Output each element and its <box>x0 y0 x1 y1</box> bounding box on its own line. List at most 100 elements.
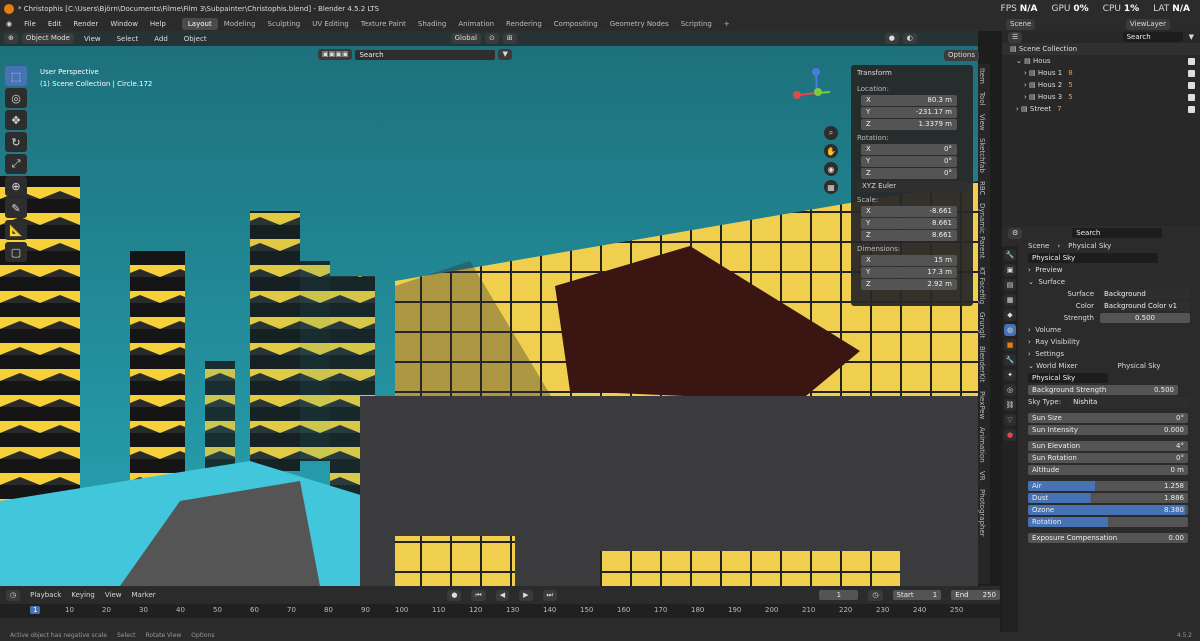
scene-tab-icon[interactable]: ◆ <box>1004 309 1016 321</box>
location-z-field[interactable]: Z 1.3379 m <box>861 119 957 130</box>
panel-settings[interactable]: › Settings <box>1020 348 1200 360</box>
sidebar-tab-blenderkit[interactable]: BlenderKit <box>978 342 986 386</box>
location-y-field[interactable]: Y -231.17 m <box>861 107 957 118</box>
surface-shader-field[interactable]: Background <box>1100 289 1190 299</box>
menu-file[interactable]: File <box>18 20 42 28</box>
filter-icon[interactable]: ▼ <box>1189 33 1194 41</box>
include-checkbox[interactable] <box>1188 81 1195 89</box>
rotation-slider[interactable]: Rotation <box>1028 517 1188 527</box>
play-reverse-button[interactable]: ◀ <box>495 589 510 601</box>
menu-render[interactable]: Render <box>67 20 104 28</box>
sidebar-tab-animation[interactable]: Animation <box>978 423 986 467</box>
object-tab-icon[interactable]: ■ <box>1004 339 1016 351</box>
tab-layout[interactable]: Layout <box>181 18 218 30</box>
tab-modeling[interactable]: Modeling <box>218 18 262 30</box>
play-button[interactable]: ▶ <box>519 589 533 601</box>
outliner-item[interactable]: › ▤ Hous 18 <box>1002 67 1200 79</box>
tab-animation[interactable]: Animation <box>452 18 500 30</box>
output-tab-icon[interactable]: ▤ <box>1004 279 1016 291</box>
bg-strength-field[interactable]: Background Strength 0.500 <box>1028 385 1178 395</box>
properties-type-icon[interactable]: ⚙ <box>1008 227 1023 239</box>
outliner-item[interactable]: ⌄ ▤ Hous <box>1002 55 1200 67</box>
tab-shading[interactable]: Shading <box>412 18 452 30</box>
timeline-ruler[interactable]: 1 10 20 30 40 50 60 70 80 90 100 110 120… <box>0 604 1000 618</box>
playhead[interactable]: 1 <box>30 606 41 614</box>
world-tab-icon[interactable]: ◍ <box>1004 324 1016 336</box>
sun-rotation-field[interactable]: Sun Rotation 0° <box>1028 453 1188 463</box>
world-name-field[interactable]: Physical Sky <box>1028 253 1158 263</box>
outliner-root[interactable]: ▤ Scene Collection <box>1002 43 1200 55</box>
tab-sculpting[interactable]: Sculpting <box>262 18 307 30</box>
rotation-z-field[interactable]: Z 0° <box>861 168 957 179</box>
modifier-tab-icon[interactable]: 🔧 <box>1004 354 1016 366</box>
location-x-field[interactable]: X 80.3 m <box>861 95 957 106</box>
physics-tab-icon[interactable]: ◎ <box>1004 384 1016 396</box>
menu-marker[interactable]: Marker <box>131 591 155 599</box>
start-frame-field[interactable]: Start 1 <box>892 590 942 600</box>
sidebar-tab-piexpew[interactable]: PiexPew <box>978 387 986 423</box>
sidebar-tab-view[interactable]: View <box>978 110 986 135</box>
current-frame-field[interactable]: 1 <box>819 590 859 600</box>
sun-elevation-field[interactable]: Sun Elevation 4° <box>1028 441 1188 451</box>
measure-tool-icon[interactable]: 📐 <box>5 220 27 240</box>
menu-edit[interactable]: Edit <box>42 20 68 28</box>
menu-window[interactable]: Window <box>104 20 144 28</box>
pan-hand-icon[interactable]: ✋ <box>824 144 838 158</box>
tab-rendering[interactable]: Rendering <box>500 18 548 30</box>
filter-icon[interactable]: ▼ <box>498 49 512 60</box>
sidebar-tab-sketchfab[interactable]: Sketchfab <box>978 134 986 177</box>
rotation-mode-dropdown[interactable]: XYZ Euler <box>857 181 967 192</box>
rotate-tool-icon[interactable]: ↻ <box>5 132 27 152</box>
tab-compositing[interactable]: Compositing <box>548 18 604 30</box>
sidebar-tab-item[interactable]: Item <box>978 64 986 88</box>
add-cube-tool-icon[interactable]: ▢ <box>5 242 27 262</box>
panel-volume[interactable]: › Volume <box>1020 324 1200 336</box>
render-tab-icon[interactable]: ▣ <box>1004 264 1016 276</box>
camera-icon[interactable]: ◉ <box>824 162 838 176</box>
viewlayer-selector[interactable]: ViewLayer <box>1125 18 1170 30</box>
rotation-y-field[interactable]: Y 0° <box>861 156 957 167</box>
dimension-z-field[interactable]: Z 2.92 m <box>861 279 957 290</box>
end-frame-field[interactable]: End 250 <box>951 590 1001 600</box>
sidebar-tab-grunglt[interactable]: Grunglt <box>978 308 986 342</box>
data-tab-icon[interactable]: ▽ <box>1004 414 1016 426</box>
jump-start-button[interactable]: ⏮ <box>471 589 486 601</box>
jump-end-button[interactable]: ⏭ <box>542 589 557 601</box>
air-slider[interactable]: Air 1.258 <box>1028 481 1188 491</box>
include-checkbox[interactable] <box>1188 69 1195 77</box>
orientation-dropdown[interactable]: Global <box>450 33 481 44</box>
rotation-x-field[interactable]: X 0° <box>861 144 957 155</box>
exposure-field[interactable]: Exposure Compensation 0.00 <box>1028 533 1188 543</box>
shading-material-button[interactable]: ◐ <box>902 33 917 44</box>
tab-scripting[interactable]: Scripting <box>675 18 718 30</box>
menu-view[interactable]: View <box>105 591 122 599</box>
outliner-item[interactable]: › ▤ Hous 35 <box>1002 91 1200 103</box>
select-tool-icon[interactable]: ⬚ <box>5 66 27 86</box>
outliner-search[interactable]: Search <box>1122 32 1183 42</box>
expand-icon[interactable]: ⌄ ▤ <box>1016 57 1033 65</box>
record-button[interactable]: ● <box>447 589 462 601</box>
sidebar-tab-dynamic-parent[interactable]: Dynamic Parent <box>978 199 986 263</box>
grid-icon[interactable]: ▦ <box>824 180 838 194</box>
menu-view[interactable]: View <box>78 35 107 43</box>
timer-icon[interactable]: ◷ <box>868 589 883 601</box>
material-tab-icon[interactable]: ● <box>1004 429 1016 441</box>
cursor-tool-icon[interactable]: ◎ <box>5 88 27 108</box>
color-input-field[interactable]: Background Color v1 <box>1100 301 1190 311</box>
node-name-field[interactable]: Physical Sky <box>1028 373 1108 383</box>
filter-icons[interactable]: ▣▣▣▣ <box>318 49 353 60</box>
altitude-field[interactable]: Altitude 0 m <box>1028 465 1188 475</box>
tool-tab-icon[interactable]: 🔧 <box>1004 249 1016 261</box>
outliner-type-icon[interactable]: ☰ <box>1008 31 1023 43</box>
outliner-item[interactable]: › ▤ Hous 25 <box>1002 79 1200 91</box>
sidebar-tab-tool[interactable]: Tool <box>978 88 986 110</box>
include-checkbox[interactable] <box>1188 93 1195 101</box>
scale-y-field[interactable]: Y 8.661 <box>861 218 957 229</box>
scale-x-field[interactable]: X -8.661 <box>861 206 957 217</box>
outliner-item[interactable]: › ▤ Street 7 <box>1002 103 1200 115</box>
menu-playback[interactable]: Playback <box>30 591 61 599</box>
scale-tool-icon[interactable]: ⤢ <box>5 154 27 174</box>
sidebar-tab-kt-facefilg[interactable]: KT Facefilg <box>978 263 986 308</box>
viewport-search[interactable]: Search <box>355 49 496 60</box>
tab-uv-editing[interactable]: UV Editing <box>306 18 355 30</box>
